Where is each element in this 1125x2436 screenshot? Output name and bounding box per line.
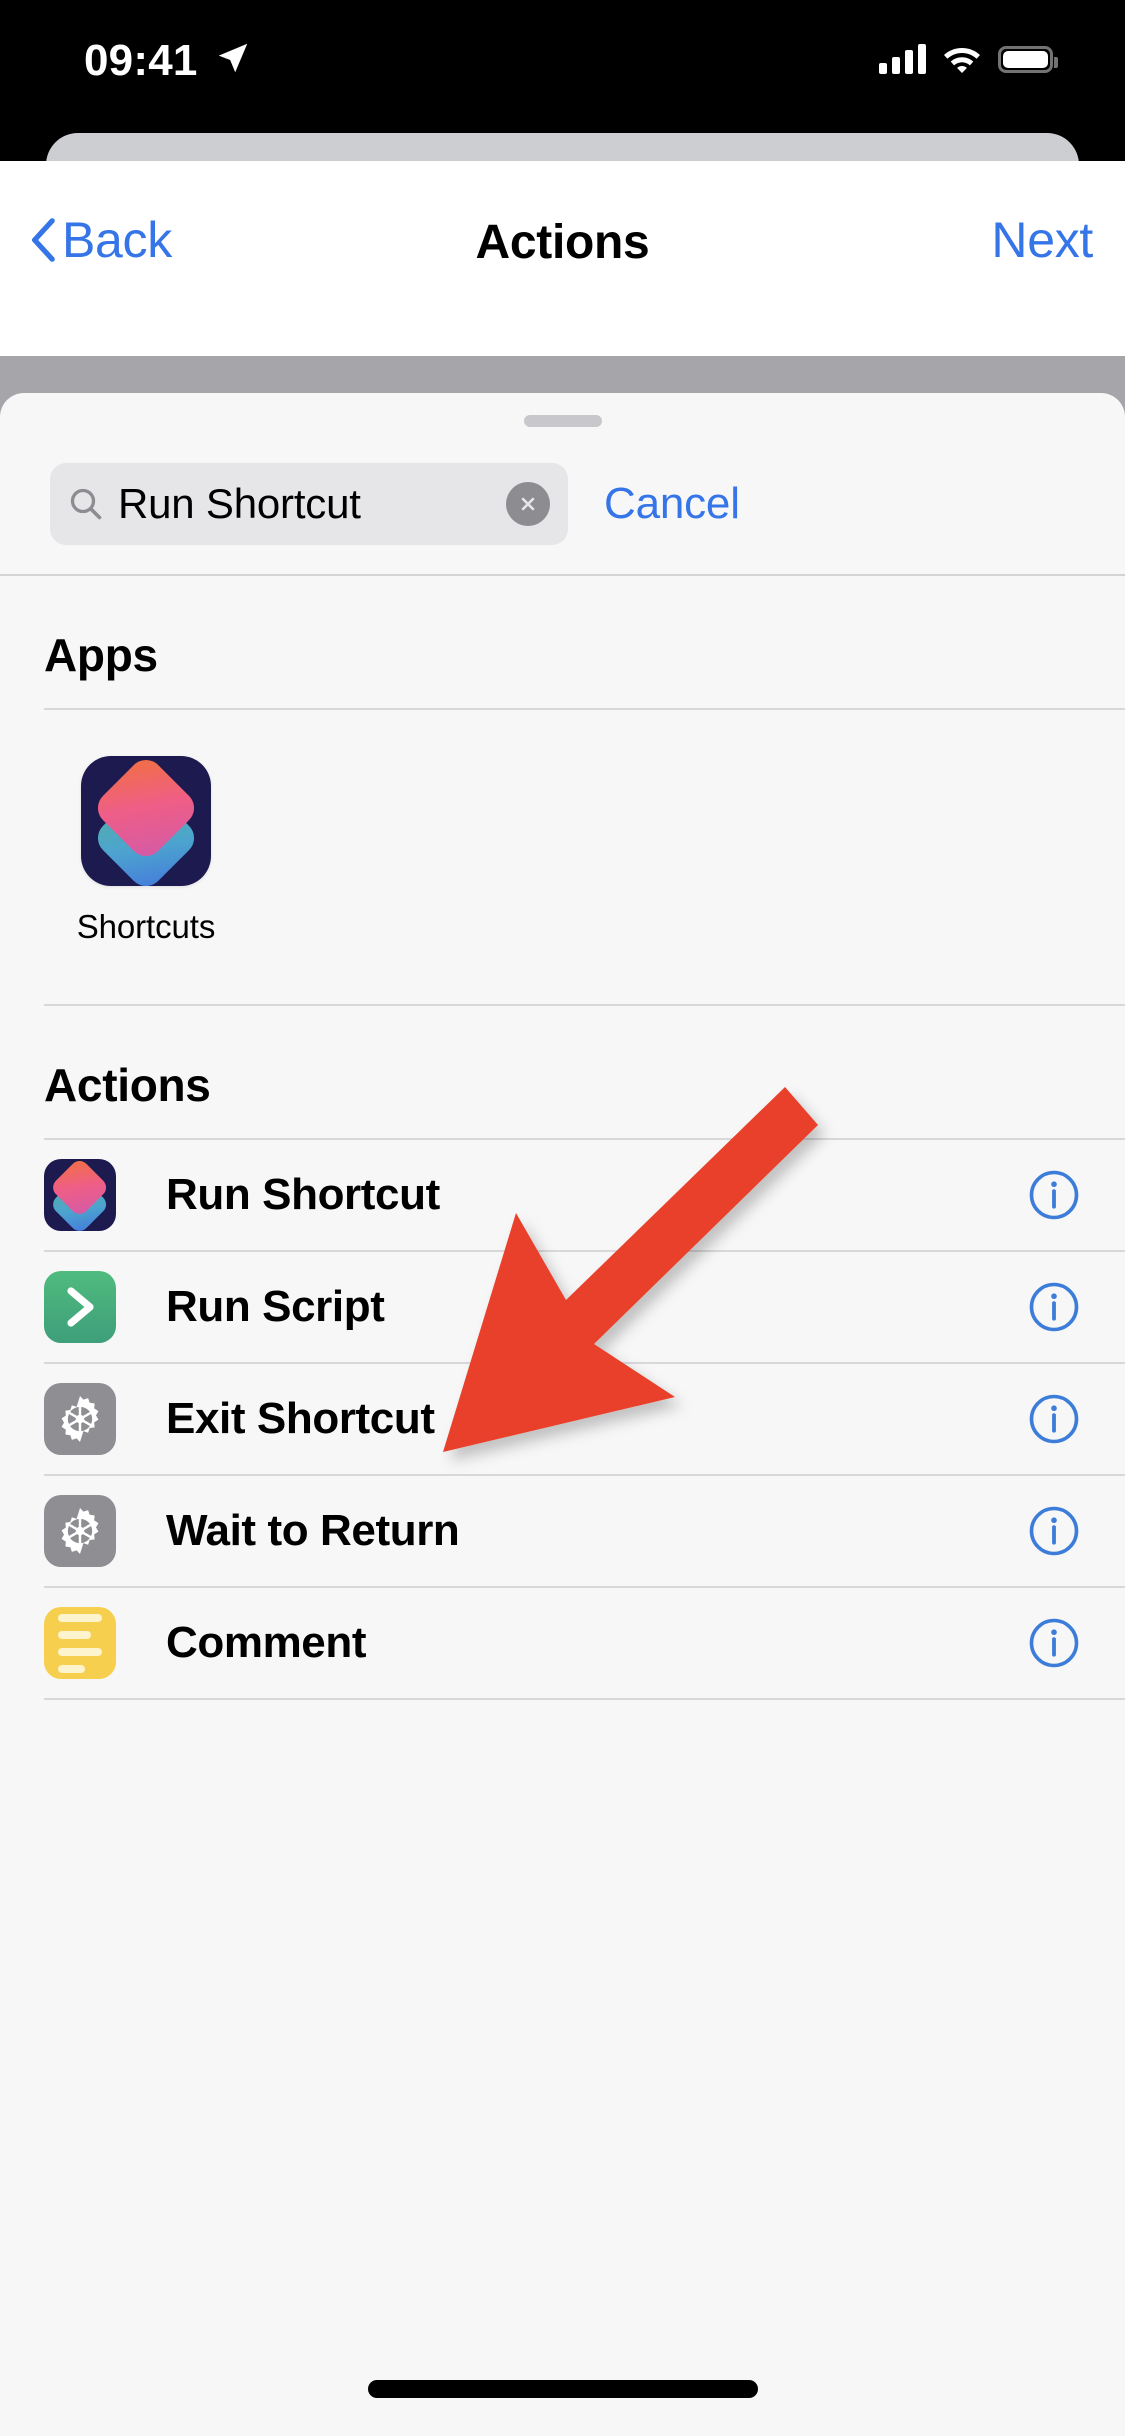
info-circle-icon[interactable] [1027, 1392, 1081, 1446]
action-row-run-script[interactable]: Run Script [0, 1252, 1125, 1362]
apps-section-title: Apps [44, 629, 158, 681]
action-row-label: Run Script [166, 1282, 385, 1331]
gear-icon [44, 1495, 116, 1567]
wifi-icon [944, 48, 980, 73]
battery-full-icon [998, 45, 1058, 73]
navigation-bar: Back Actions Next [0, 161, 1125, 356]
info-circle-icon[interactable] [1027, 1616, 1081, 1670]
sheet-drag-handle[interactable] [523, 415, 602, 427]
action-row-run-shortcut[interactable]: Run Shortcut [0, 1140, 1125, 1250]
home-indicator [367, 2380, 758, 2398]
page-title: Actions [475, 216, 650, 269]
phone-screen: 09:41 Back Actions Next Run Shortcut Can… [0, 0, 1125, 2436]
search-bar: Run Shortcut Cancel [0, 445, 1125, 563]
magnifier-icon [70, 488, 102, 520]
action-row-label: Comment [166, 1618, 367, 1667]
clear-search-button[interactable] [506, 482, 550, 526]
status-time: 09:41 [84, 36, 198, 85]
cellular-bars-icon [879, 44, 926, 74]
next-button[interactable]: Next [991, 211, 1093, 269]
actions-section-title: Actions [44, 1059, 211, 1111]
app-tile-shortcuts[interactable]: Shortcuts [46, 756, 246, 946]
action-picker-sheet: Run Shortcut Cancel Apps Shortcuts Actio… [0, 393, 1125, 2436]
shortcuts-app-icon [81, 756, 211, 886]
gear-icon [44, 1383, 116, 1455]
cancel-search-button[interactable]: Cancel [604, 479, 740, 529]
sheet-content: Apps Shortcuts Actions Run Shortcut Run … [0, 576, 1125, 2436]
comment-lines-icon [44, 1607, 116, 1679]
close-icon [521, 497, 535, 511]
status-bar: 09:41 [0, 0, 1125, 132]
action-row-wait-to-return[interactable]: Wait to Return [0, 1476, 1125, 1586]
row-divider [44, 1698, 1125, 1700]
chevron-right-script-icon [44, 1271, 116, 1343]
info-circle-icon[interactable] [1027, 1168, 1081, 1222]
action-row-label: Exit Shortcut [166, 1394, 435, 1443]
status-indicators [879, 38, 1058, 80]
search-input-value[interactable]: Run Shortcut [118, 480, 506, 528]
shortcuts-action-icon [44, 1159, 116, 1231]
apps-grid: Shortcuts [0, 710, 1125, 1004]
search-field[interactable]: Run Shortcut [50, 463, 568, 545]
location-arrow-icon [218, 43, 248, 73]
info-circle-icon[interactable] [1027, 1280, 1081, 1334]
info-circle-icon[interactable] [1027, 1504, 1081, 1558]
action-row-label: Run Shortcut [166, 1170, 440, 1219]
app-tile-label: Shortcuts [76, 908, 216, 945]
action-row-comment[interactable]: Comment [0, 1588, 1125, 1698]
action-row-exit-shortcut[interactable]: Exit Shortcut [0, 1364, 1125, 1474]
action-row-label: Wait to Return [166, 1506, 460, 1555]
